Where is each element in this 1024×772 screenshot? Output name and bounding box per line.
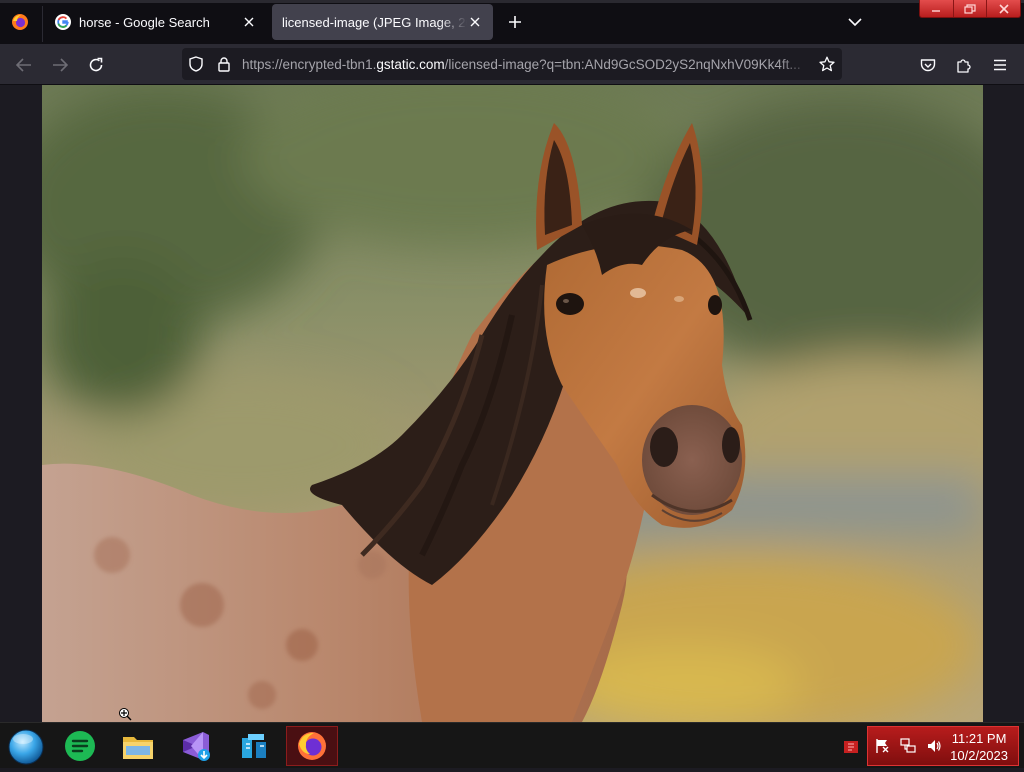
notes-app-icon[interactable] <box>54 726 106 766</box>
firefox-icon[interactable] <box>286 726 338 766</box>
tab-separator <box>42 6 43 42</box>
address-bar[interactable]: https://encrypted-tbn1.gstatic.com/licen… <box>182 48 842 80</box>
url-prefix: https://encrypted-tbn1. <box>242 56 377 72</box>
firefox-menu-icon[interactable] <box>6 10 34 34</box>
horse-photo[interactable] <box>42 85 983 722</box>
content-area <box>0 85 1024 722</box>
file-explorer-icon[interactable] <box>112 726 164 766</box>
url-text[interactable]: https://encrypted-tbn1.gstatic.com/licen… <box>238 57 812 72</box>
visual-studio-installer-icon[interactable] <box>170 726 222 766</box>
tracking-protection-shield-icon[interactable] <box>182 48 210 80</box>
hamburger-menu-icon[interactable] <box>987 52 1013 78</box>
network-icon[interactable] <box>896 734 920 758</box>
system-clock[interactable]: 11:21 PM 10/2/2023 <box>950 730 1008 764</box>
url-host: gstatic.com <box>376 56 445 72</box>
tab-title: licensed-image (JPEG Image, 2048 × 1536 … <box>282 14 467 30</box>
forward-arrow-icon[interactable] <box>47 52 73 78</box>
minimize-button[interactable] <box>920 0 953 17</box>
taskbar: 11:21 PM 10/2/2023 <box>0 722 1024 768</box>
window-top-border <box>0 0 1024 3</box>
close-window-button[interactable] <box>986 0 1020 17</box>
reload-icon[interactable] <box>83 52 109 78</box>
clock-time: 11:21 PM <box>951 731 1007 746</box>
bookmark-star-icon[interactable] <box>812 48 842 80</box>
tab-google-search[interactable]: horse - Google Search <box>45 4 267 40</box>
mouse-cursor-icon <box>118 707 134 723</box>
notification-alert-icon[interactable] <box>844 740 858 753</box>
dev-tool-icon[interactable] <box>228 726 280 766</box>
system-tray: 11:21 PM 10/2/2023 <box>867 726 1019 766</box>
tab-title: horse - Google Search <box>79 14 210 30</box>
start-orb-icon[interactable] <box>6 727 46 767</box>
lock-icon[interactable] <box>210 48 238 80</box>
action-center-flag-icon[interactable] <box>870 734 894 758</box>
tab-licensed-image[interactable]: licensed-image (JPEG Image, 2048 × 1536 … <box>272 4 493 40</box>
list-all-tabs-chevron-icon[interactable] <box>843 10 867 34</box>
window-controls <box>919 0 1021 18</box>
google-g-icon <box>55 14 71 30</box>
volume-icon[interactable] <box>922 734 946 758</box>
close-tab-icon[interactable] <box>241 14 257 30</box>
clock-date: 10/2/2023 <box>950 748 1008 763</box>
extensions-puzzle-icon[interactable] <box>951 52 977 78</box>
navigation-toolbar: https://encrypted-tbn1.gstatic.com/licen… <box>0 44 1024 85</box>
url-path: /licensed-image?q=tbn:ANd9GcSOD2yS2nqNxh… <box>444 56 801 72</box>
tab-strip: horse - Google Search licensed-image (JP… <box>0 0 1024 44</box>
pocket-icon[interactable] <box>915 52 941 78</box>
back-arrow-icon[interactable] <box>11 52 37 78</box>
new-tab-plus-icon[interactable] <box>503 10 527 34</box>
restore-button[interactable] <box>952 0 987 17</box>
close-tab-icon[interactable] <box>467 14 483 30</box>
